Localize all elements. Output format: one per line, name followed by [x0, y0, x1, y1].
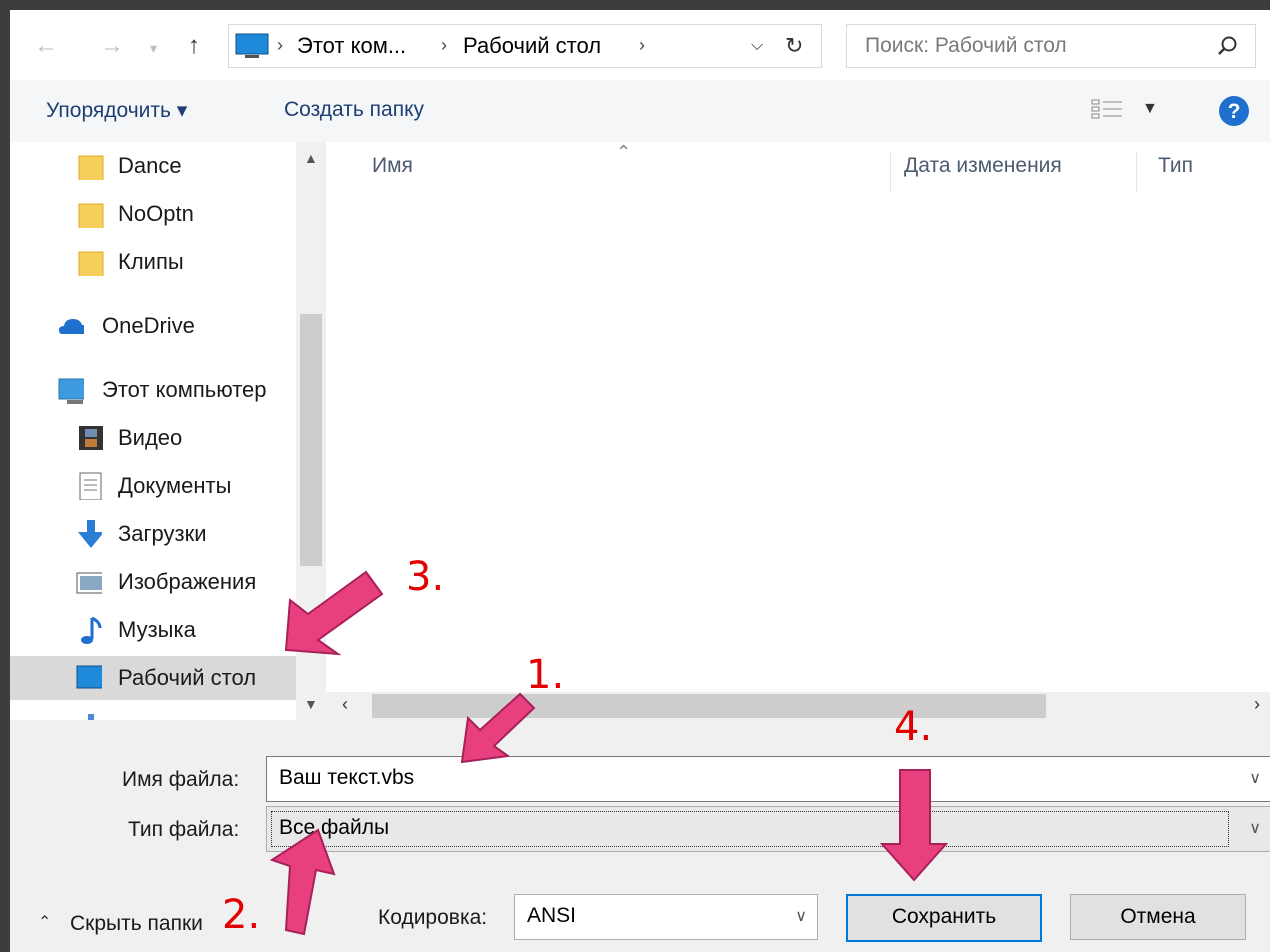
- arrow-step-1: [460, 692, 536, 764]
- arrow-step-4: [879, 769, 949, 882]
- annotation-arrows: [269, 570, 949, 936]
- arrow-step-2: [269, 828, 336, 936]
- arrow-step-3: [284, 570, 384, 656]
